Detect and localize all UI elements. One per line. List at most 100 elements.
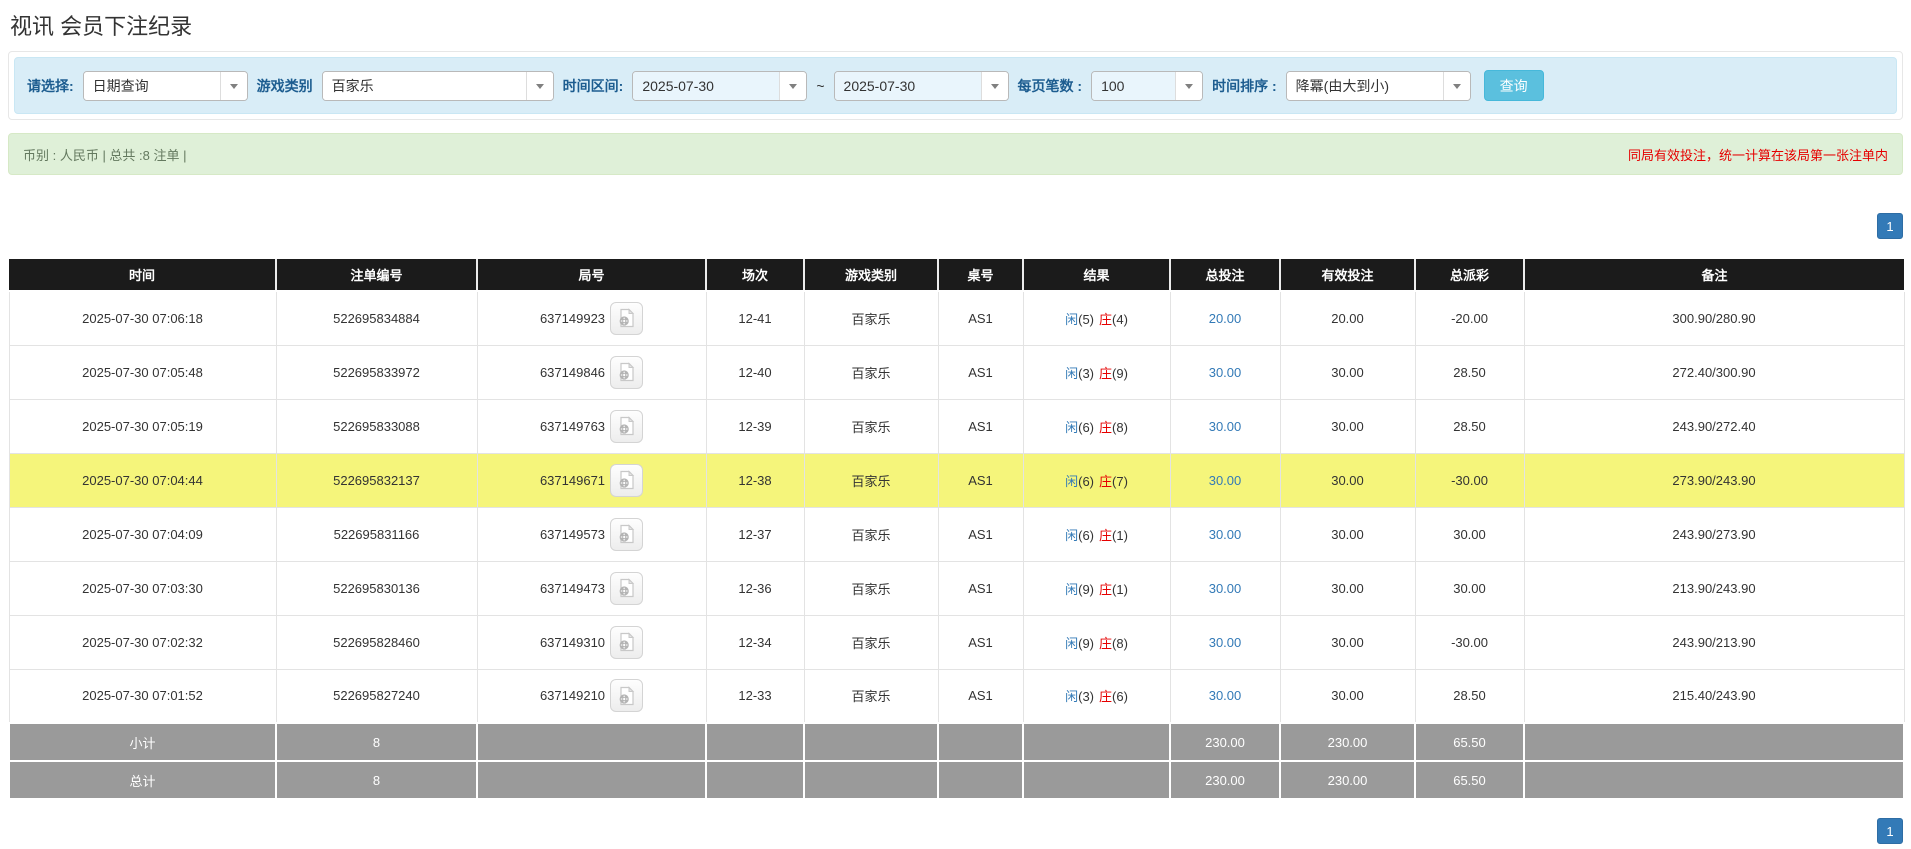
date-to-value[interactable]: 2025-07-30 [835, 72, 981, 100]
chevron-down-icon [1453, 84, 1461, 93]
table-number-cell: AS1 [938, 669, 1023, 723]
video-replay-button[interactable] [610, 572, 643, 605]
total-bet-link[interactable]: 30.00 [1209, 365, 1242, 380]
time-range-label: 时间区间: [563, 76, 624, 96]
game-type-cell: 百家乐 [804, 345, 938, 399]
query-type-select[interactable]: 日期查询 [83, 71, 248, 101]
column-header-result: 结果 [1023, 259, 1170, 291]
column-header-bet-id: 注单编号 [276, 259, 477, 291]
video-replay-button[interactable] [610, 679, 643, 712]
player-result: 闲(5) [1065, 312, 1094, 327]
pagination-top: 1 [8, 213, 1903, 239]
game-type-cell: 百家乐 [804, 453, 938, 507]
round-number: 637149846 [540, 365, 605, 380]
table-body: 2025-07-30 07:06:18 522695834884 6371499… [9, 291, 1904, 723]
total-bet-cell: 30.00 [1170, 669, 1280, 723]
video-replay-button[interactable] [610, 302, 643, 335]
round-cell: 637149923 [477, 291, 706, 345]
valid-bet-cell: 30.00 [1280, 453, 1415, 507]
bet-id-cell: 522695827240 [276, 669, 477, 723]
betting-records-page: 视讯 会员下注纪录 请选择: 日期查询 游戏类别 百家乐 时间区间: 2025-… [0, 9, 1911, 844]
query-type-value[interactable]: 日期查询 [84, 72, 220, 100]
game-type-select[interactable]: 百家乐 [322, 71, 554, 101]
round-cell: 637149573 [477, 507, 706, 561]
result-cell: 闲(6)庄(7) [1023, 453, 1170, 507]
total-bet-cell: 30.00 [1170, 453, 1280, 507]
remark-cell: 273.90/243.90 [1524, 453, 1904, 507]
subtotal-total-bet: 230.00 [1170, 723, 1280, 761]
video-replay-button[interactable] [610, 356, 643, 389]
table-number-cell: AS1 [938, 291, 1023, 345]
payout-cell: -30.00 [1415, 615, 1524, 669]
session-cell: 12-40 [706, 345, 804, 399]
date-to-dropdown-button[interactable] [981, 72, 1008, 100]
total-bet-link[interactable]: 30.00 [1209, 635, 1242, 650]
video-replay-button[interactable] [610, 464, 643, 497]
video-replay-button[interactable] [610, 518, 643, 551]
round-cell: 637149763 [477, 399, 706, 453]
time-cell: 2025-07-30 07:04:44 [9, 453, 276, 507]
date-from-value[interactable]: 2025-07-30 [633, 72, 779, 100]
bet-id-cell: 522695828460 [276, 615, 477, 669]
column-header-time: 时间 [9, 259, 276, 291]
total-bet-cell: 30.00 [1170, 345, 1280, 399]
total-bet-cell: 30.00 [1170, 615, 1280, 669]
page-1-button[interactable]: 1 [1877, 818, 1903, 844]
player-result: 闲(9) [1065, 636, 1094, 651]
round-number: 637149573 [540, 527, 605, 542]
sort-order-label: 时间排序 : [1212, 76, 1277, 96]
game-type-cell: 百家乐 [804, 507, 938, 561]
sort-order-dropdown-button[interactable] [1443, 72, 1470, 100]
session-cell: 12-37 [706, 507, 804, 561]
search-button[interactable]: 查询 [1484, 70, 1544, 101]
player-result: 闲(6) [1065, 474, 1094, 489]
total-bet-link[interactable]: 30.00 [1209, 581, 1242, 596]
bet-id-cell: 522695833972 [276, 345, 477, 399]
sort-order-value[interactable]: 降冪(由大到小) [1287, 72, 1443, 100]
page-size-value[interactable]: 100 [1092, 72, 1175, 100]
video-replay-icon [617, 416, 637, 436]
video-replay-button[interactable] [610, 626, 643, 659]
date-from-dropdown-button[interactable] [779, 72, 806, 100]
subtotal-count: 8 [276, 723, 477, 761]
currency-summary-text: 币别 : 人民币 | 总共 :8 注单 | [23, 145, 187, 164]
page-size-select[interactable]: 100 [1091, 71, 1203, 101]
grand-total-count: 8 [276, 761, 477, 799]
video-replay-icon [617, 308, 637, 328]
table-row: 2025-07-30 07:05:48 522695833972 6371498… [9, 345, 1904, 399]
player-result: 闲(3) [1065, 366, 1094, 381]
game-type-cell: 百家乐 [804, 615, 938, 669]
table-row: 2025-07-30 07:04:44 522695832137 6371496… [9, 453, 1904, 507]
total-bet-link[interactable]: 30.00 [1209, 688, 1242, 703]
table-number-cell: AS1 [938, 615, 1023, 669]
total-bet-link[interactable]: 30.00 [1209, 419, 1242, 434]
total-bet-link[interactable]: 20.00 [1209, 311, 1242, 326]
page-1-button[interactable]: 1 [1877, 213, 1903, 239]
banker-result: 庄(4) [1099, 312, 1128, 327]
total-bet-link[interactable]: 30.00 [1209, 473, 1242, 488]
date-to-picker[interactable]: 2025-07-30 [834, 71, 1009, 101]
video-replay-icon [617, 686, 637, 706]
session-cell: 12-41 [706, 291, 804, 345]
page-size-label: 每页笔数 : [1018, 76, 1083, 96]
total-bet-cell: 30.00 [1170, 399, 1280, 453]
valid-bet-cell: 30.00 [1280, 507, 1415, 561]
column-header-payout: 总派彩 [1415, 259, 1524, 291]
total-bet-cell: 20.00 [1170, 291, 1280, 345]
session-cell: 12-38 [706, 453, 804, 507]
round-cell: 637149473 [477, 561, 706, 615]
table-header-row: 时间 注单编号 局号 场次 游戏类别 桌号 结果 总投注 有效投注 总派彩 备注 [9, 259, 1904, 291]
date-from-picker[interactable]: 2025-07-30 [632, 71, 807, 101]
page-size-dropdown-button[interactable] [1175, 72, 1202, 100]
time-cell: 2025-07-30 07:03:30 [9, 561, 276, 615]
total-bet-link[interactable]: 30.00 [1209, 527, 1242, 542]
query-type-dropdown-button[interactable] [220, 72, 247, 100]
video-replay-icon [617, 632, 637, 652]
game-type-dropdown-button[interactable] [526, 72, 553, 100]
round-cell: 637149846 [477, 345, 706, 399]
video-replay-button[interactable] [610, 410, 643, 443]
player-result: 闲(6) [1065, 420, 1094, 435]
sort-order-select[interactable]: 降冪(由大到小) [1286, 71, 1471, 101]
session-cell: 12-36 [706, 561, 804, 615]
game-type-value[interactable]: 百家乐 [323, 72, 526, 100]
